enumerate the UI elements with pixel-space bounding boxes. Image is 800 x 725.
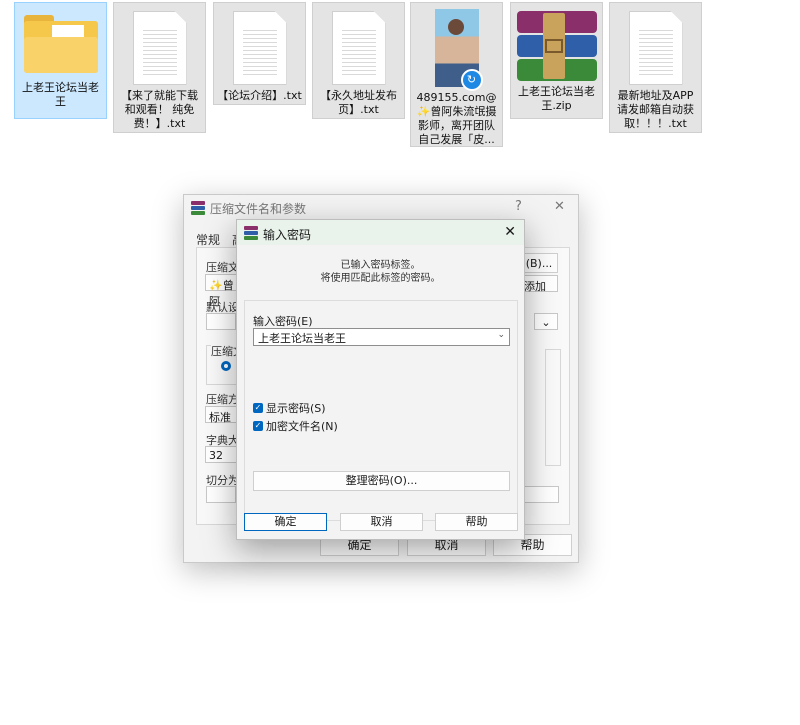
browse-button[interactable]: (B)... (520, 253, 558, 273)
file-image[interactable]: ↻ 489155.com@✨曾阿朱流氓摄影师，离开团队自己发展「皮... (410, 2, 503, 147)
dialog-title: 压缩文件名和参数 (210, 202, 307, 216)
organize-passwords-button[interactable]: 整理密码(O)... (253, 471, 510, 491)
dictionary-select[interactable]: 32 (205, 446, 237, 463)
checkbox-label: 加密文件名(N) (266, 420, 338, 433)
file-txt-1[interactable]: 【来了就能下载和观看！ 纯免费！】.txt (113, 2, 206, 133)
cancel-button[interactable]: 取消 (340, 513, 423, 531)
password-value: 上老王论坛当老王 (258, 332, 346, 345)
password-label: 输入密码(E) (253, 315, 313, 328)
file-name: 489155.com@✨曾阿朱流氓摄影师，离开团队自己发展「皮... (416, 91, 497, 146)
text-file-icon (132, 11, 187, 85)
split-right-field[interactable] (524, 486, 559, 503)
file-name: 上老王论坛当老王 (22, 81, 99, 108)
checkbox-label: 显示密码(S) (266, 402, 326, 415)
winrar-icon (244, 226, 258, 240)
profile-dropdown[interactable]: ⌄ (534, 313, 558, 330)
file-txt-2[interactable]: 【论坛介绍】.txt (213, 2, 306, 105)
folder-icon (23, 15, 98, 73)
text-file-icon (331, 11, 386, 85)
options-group (545, 349, 561, 466)
close-icon[interactable]: ✕ (504, 224, 516, 240)
dialog-title: 输入密码 (263, 228, 312, 242)
show-password-checkbox[interactable]: ✓ 显示密码(S) (253, 400, 326, 416)
ok-button[interactable]: 确定 (244, 513, 327, 531)
help-button[interactable]: 帮助 (435, 513, 518, 531)
checkmark-icon: ✓ (253, 421, 263, 431)
file-name: 上老王论坛当老王.zip (518, 85, 595, 112)
profile-select[interactable] (206, 313, 236, 330)
encrypt-filenames-checkbox[interactable]: ✓ 加密文件名(N) (253, 418, 338, 434)
file-zip[interactable]: 上老王论坛当老王.zip (510, 2, 603, 119)
format-radio[interactable] (221, 361, 231, 371)
password-dialog: 输入密码 ✕ 已输入密码标签。 将使用匹配此标签的密码。 输入密码(E) 上老王… (236, 219, 525, 540)
method-select[interactable]: 标准 (205, 406, 237, 424)
winrar-icon (191, 201, 205, 215)
update-mode-select[interactable]: 添加 (520, 275, 558, 293)
text-file-icon (628, 11, 683, 85)
winrar-archive-icon (516, 11, 597, 81)
text-file-icon (232, 11, 287, 85)
close-button[interactable]: ✕ (554, 199, 565, 214)
split-select[interactable] (206, 486, 236, 503)
image-thumbnail-icon: ↻ (434, 9, 483, 91)
file-txt-3[interactable]: 【永久地址发布页】.txt (312, 2, 405, 119)
tab-general[interactable]: 常规 (196, 231, 220, 248)
file-name: 最新地址及APP请发邮箱自动获取！！！.txt (617, 89, 694, 130)
file-name: 【来了就能下载和观看！ 纯免费！】.txt (121, 89, 198, 130)
file-name: 【论坛介绍】.txt (217, 89, 302, 102)
checkmark-icon: ✓ (253, 403, 263, 413)
method-label: 压缩方 (206, 393, 239, 406)
help-title-button[interactable]: ? (515, 199, 522, 214)
file-folder[interactable]: 上老王论坛当老王 (14, 2, 107, 119)
password-combobox[interactable]: 上老王论坛当老王 ⌄ (253, 328, 510, 346)
info-line-2: 将使用匹配此标签的密码。 (320, 273, 441, 284)
file-txt-4[interactable]: 最新地址及APP请发邮箱自动获取！！！.txt (609, 2, 702, 133)
chevron-down-icon[interactable]: ⌄ (497, 330, 505, 340)
file-name: 【永久地址发布页】.txt (320, 89, 397, 116)
